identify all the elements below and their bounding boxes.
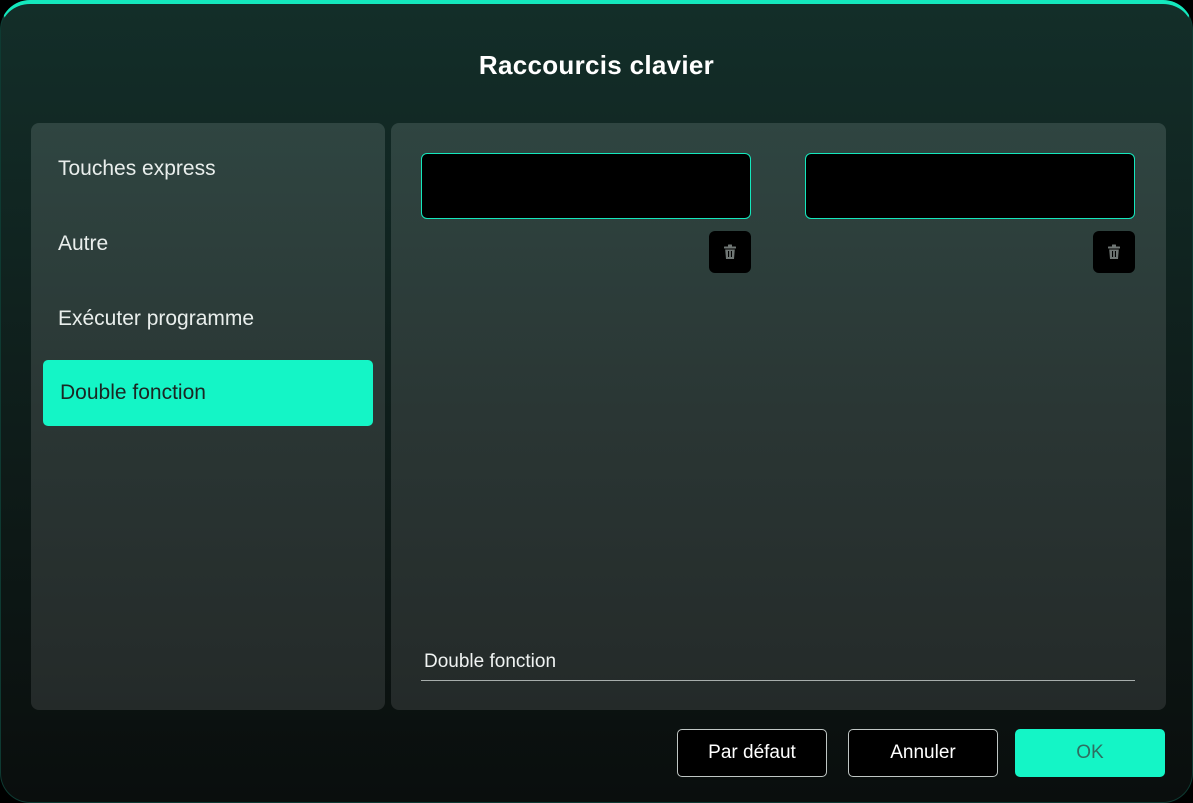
key-field-2[interactable] bbox=[805, 153, 1135, 219]
key-field-1[interactable] bbox=[421, 153, 751, 219]
ok-button[interactable]: OK bbox=[1015, 729, 1165, 777]
cancel-button[interactable]: Annuler bbox=[848, 729, 998, 777]
sidebar-item-executer-programme[interactable]: Exécuter programme bbox=[43, 286, 373, 352]
trash-icon bbox=[723, 244, 737, 260]
default-button[interactable]: Par défaut bbox=[677, 729, 827, 777]
dialog-title: Raccourcis clavier bbox=[478, 50, 715, 80]
main-panel: Double fonction bbox=[391, 123, 1166, 710]
delete-key-2-button[interactable] bbox=[1093, 231, 1135, 273]
keyboard-shortcuts-dialog: Raccourcis clavier Touches express Autre… bbox=[0, 0, 1193, 803]
sidebar-item-touches-express[interactable]: Touches express bbox=[43, 136, 373, 202]
trash-icon bbox=[1107, 244, 1121, 260]
delete-key-1-button[interactable] bbox=[709, 231, 751, 273]
sidebar: Touches express Autre Exécuter programme… bbox=[31, 123, 385, 710]
sidebar-item-autre[interactable]: Autre bbox=[43, 211, 373, 277]
mode-label: Double fonction bbox=[424, 651, 557, 672]
mode-underline bbox=[421, 680, 1135, 681]
sidebar-item-double-fonction[interactable]: Double fonction bbox=[43, 360, 373, 426]
